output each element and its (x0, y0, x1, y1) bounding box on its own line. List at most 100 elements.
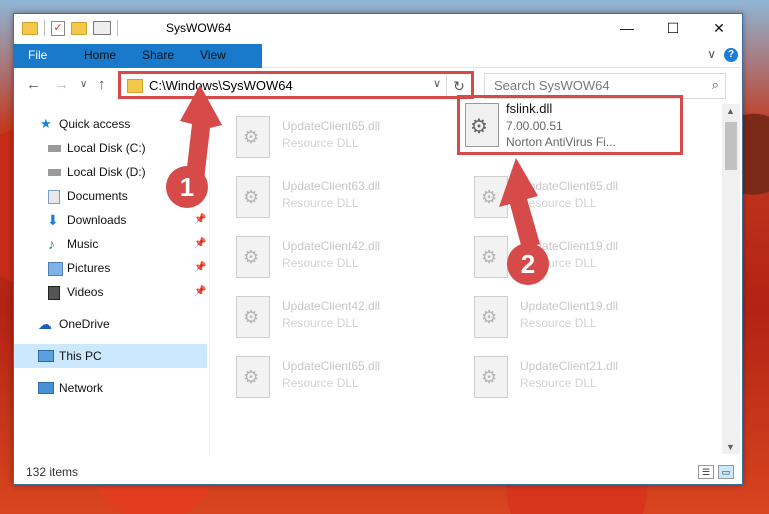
file-item[interactable]: UpdateClient42.dll Resource DLL (210, 290, 430, 346)
sidebar-item-videos[interactable]: Videos 📌 (14, 280, 207, 304)
sidebar-item-quick-access[interactable]: ★ Quick access (14, 112, 207, 136)
sidebar-item-downloads[interactable]: ⬇ Downloads 📌 (14, 208, 207, 232)
file-name: UpdateClient42.dll (282, 239, 381, 253)
scroll-thumb[interactable] (725, 122, 737, 170)
search-input[interactable]: Search SysWOW64 (494, 78, 610, 93)
drive-icon (48, 145, 61, 152)
cloud-icon: ☁ (38, 316, 52, 332)
music-icon: ♪ (48, 236, 55, 252)
tab-view[interactable]: View (188, 44, 238, 67)
customize-toolbar-icon[interactable] (93, 21, 111, 35)
file-name: UpdateClient42.dll (282, 299, 381, 313)
file-item[interactable]: UpdateClient42.dll Resource DLL (210, 230, 430, 286)
ribbon-tabs: File Home Share View ∨ ? (14, 44, 742, 100)
pictures-icon (48, 262, 63, 276)
folder-icon (22, 21, 38, 35)
file-type: Resource DLL (282, 256, 359, 270)
dll-file-icon (474, 176, 508, 218)
file-type: Resource DLL (282, 196, 359, 210)
file-type: Resource DLL (282, 136, 359, 150)
item-count: 132 items (26, 465, 79, 479)
drive-icon (48, 169, 61, 176)
sidebar-item-label: Network (59, 381, 104, 395)
sidebar-item-label: Music (67, 237, 99, 251)
back-button[interactable]: ← (26, 76, 41, 93)
pin-icon[interactable]: 📌 (194, 232, 206, 256)
properties-check-icon[interactable]: ✓ (51, 20, 65, 36)
new-folder-icon[interactable] (71, 21, 87, 35)
explorer-window: ✓ SysWOW64 — ☐ ✕ File Home Share View ∨ … (13, 13, 743, 485)
toolbar-separator (44, 20, 45, 36)
sidebar-item-label: Pictures (67, 261, 111, 275)
file-item[interactable]: UpdateClient65.dll Resource DLL (448, 170, 668, 226)
sidebar-item-label: Quick access (59, 117, 131, 131)
file-type: Resource DLL (282, 376, 359, 390)
file-name: UpdateClient65.dll (520, 179, 619, 193)
quick-access-toolbar: ✓ (22, 20, 118, 36)
file-type: Resource DLL (520, 376, 597, 390)
scroll-down-icon[interactable]: ▼ (726, 442, 735, 452)
file-item[interactable]: UpdateClient19.dll Resource DLL (448, 290, 668, 346)
sidebar-item-music[interactable]: ♪ Music 📌 (14, 232, 207, 256)
sidebar-item-pictures[interactable]: Pictures 📌 (14, 256, 207, 280)
close-button[interactable]: ✕ (696, 14, 742, 44)
file-item[interactable]: UpdateClient19.dll Resource DLL (448, 230, 668, 286)
file-type: Resource DLL (282, 316, 359, 330)
minimize-button[interactable]: — (604, 14, 650, 44)
recent-locations-button[interactable]: ∨ (80, 79, 87, 90)
sidebar-item-this-pc[interactable]: This PC (14, 344, 207, 368)
pin-icon[interactable]: 📌 (194, 256, 206, 280)
tab-share[interactable]: Share (130, 44, 186, 67)
sidebar-item-local-disk-c[interactable]: Local Disk (C:) (14, 136, 207, 160)
search-icon: ⌕ (711, 77, 719, 92)
file-name: UpdateClient21.dll (520, 359, 619, 373)
up-button[interactable]: ↑ (98, 76, 106, 93)
dll-file-icon (236, 236, 270, 278)
scroll-up-icon[interactable]: ▲ (726, 106, 735, 116)
forward-button[interactable]: → (54, 76, 69, 93)
network-icon (38, 382, 54, 394)
large-icons-view-icon[interactable]: ▭ (718, 465, 734, 479)
file-name: UpdateClient19.dll (520, 299, 619, 313)
file-name: UpdateClient65.dll (282, 359, 381, 373)
star-icon: ★ (40, 116, 52, 131)
file-type: Resource DLL (520, 196, 597, 210)
help-icon[interactable]: ? (724, 48, 738, 62)
file-highlight-box (457, 95, 683, 155)
dll-file-icon (474, 356, 508, 398)
vertical-scrollbar[interactable]: ▲ ▼ (722, 104, 740, 454)
step-2-badge: 2 (507, 243, 549, 285)
file-item[interactable]: UpdateClient21.dll Resource DLL (448, 350, 668, 406)
file-type: Resource DLL (520, 316, 597, 330)
dll-file-icon (236, 176, 270, 218)
file-item[interactable]: UpdateClient63.dll Resource DLL (210, 170, 430, 226)
sidebar-item-label: Local Disk (D:) (67, 165, 146, 179)
step-1-badge: 1 (166, 166, 208, 208)
sidebar-item-network[interactable]: Network (14, 376, 207, 400)
expand-ribbon-icon[interactable]: ∨ (707, 47, 716, 61)
sidebar-item-label: Downloads (67, 213, 127, 227)
computer-icon (38, 350, 54, 362)
sidebar-item-onedrive[interactable]: ☁ OneDrive (14, 312, 207, 336)
file-item[interactable]: UpdateClient65.dll Resource DLL (210, 110, 430, 166)
maximize-button[interactable]: ☐ (650, 14, 696, 44)
file-item[interactable]: UpdateClient65.dll Resource DLL (210, 350, 430, 406)
sidebar-item-label: Documents (67, 189, 128, 203)
dll-file-icon (474, 296, 508, 338)
dll-file-icon (236, 296, 270, 338)
details-view-icon[interactable]: ☰ (698, 465, 714, 479)
sidebar-item-label: OneDrive (59, 317, 110, 331)
toolbar-separator (117, 20, 118, 36)
file-list: UpdateClient65.dll Resource DLL UpdateCl… (210, 104, 722, 454)
tab-home[interactable]: Home (72, 44, 128, 67)
pin-icon[interactable]: 📌 (194, 208, 206, 232)
download-icon: ⬇ (47, 212, 59, 228)
pin-icon[interactable]: 📌 (194, 280, 206, 304)
file-name: UpdateClient63.dll (282, 179, 381, 193)
navigation-pane: ★ Quick access Local Disk (C:) Local Dis… (14, 104, 210, 454)
dll-file-icon (236, 116, 270, 158)
videos-icon (48, 286, 60, 300)
address-highlight-box (118, 71, 474, 99)
dll-file-icon (474, 236, 508, 278)
window-title: SysWOW64 (166, 21, 232, 35)
